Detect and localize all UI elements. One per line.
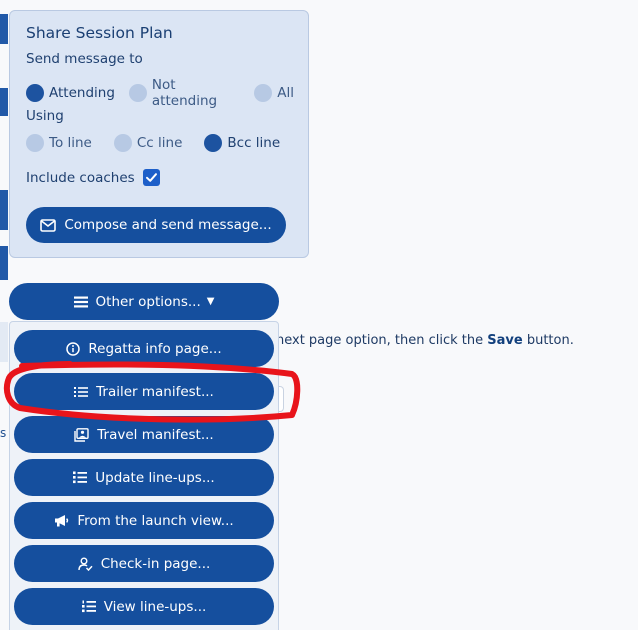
other-options-menu: Regatta info page... Trailer manifest...…: [9, 321, 279, 630]
panel-title: Share Session Plan: [26, 24, 173, 42]
radio-dot: [113, 134, 132, 152]
include-coaches-checkbox[interactable]: [142, 169, 160, 186]
background-fragment: s: [0, 426, 7, 440]
bars-icon: [73, 296, 88, 307]
radio-dot: [128, 84, 147, 102]
other-options-button[interactable]: Other options... ▼: [9, 283, 279, 320]
info-icon: [66, 341, 81, 356]
menu-item-view-lineups[interactable]: View line-ups...: [14, 588, 274, 625]
user-check-icon: [78, 557, 93, 571]
radio-dot: [26, 134, 44, 152]
radio-dot: [204, 134, 223, 152]
include-coaches-row: Include coaches: [26, 169, 160, 186]
menu-item-update-lineups[interactable]: Update line-ups...: [14, 459, 274, 496]
send-message-label: Send message to: [26, 51, 143, 67]
menu-item-travel-manifest[interactable]: Travel manifest...: [14, 416, 274, 453]
radio-all[interactable]: All: [254, 84, 294, 102]
radio-cc-line[interactable]: Cc line: [113, 134, 182, 152]
background-block: [0, 190, 8, 230]
radio-dot: [254, 84, 273, 102]
list-check-icon: [73, 471, 88, 484]
background-block: [0, 322, 8, 362]
menu-item-check-in[interactable]: Check-in page...: [14, 545, 274, 582]
background-left-strip: [0, 0, 9, 630]
images-icon: [74, 427, 89, 442]
radio-attending[interactable]: Attending: [26, 84, 115, 102]
megaphone-icon: [55, 515, 69, 527]
background-instruction: next page option, then click the Save bu…: [276, 333, 574, 348]
radio-dot: [26, 84, 44, 102]
check-icon: [145, 173, 157, 182]
background-block: [0, 14, 8, 44]
using-radio-group: To line Cc line Bcc line: [26, 134, 294, 152]
list-ol-icon: [81, 600, 96, 613]
menu-item-regatta-info[interactable]: Regatta info page...: [14, 330, 274, 367]
background-block: [0, 246, 8, 280]
using-label: Using: [26, 108, 64, 124]
menu-item-launch-view[interactable]: From the launch view...: [14, 502, 274, 539]
share-session-plan-panel: Share Session Plan Send message to Atten…: [9, 10, 309, 258]
radio-not-attending[interactable]: Not attending: [128, 77, 240, 109]
radio-to-line[interactable]: To line: [26, 134, 92, 152]
caret-down-icon: ▼: [206, 296, 215, 307]
radio-bcc-line[interactable]: Bcc line: [204, 134, 280, 152]
send-to-radio-group: Attending Not attending All: [26, 77, 308, 109]
background-block: [0, 88, 8, 116]
menu-item-trailer-manifest[interactable]: Trailer manifest...: [14, 373, 274, 410]
include-coaches-label: Include coaches: [26, 169, 135, 186]
list-icon: [74, 386, 89, 397]
envelope-icon: [40, 218, 57, 232]
compose-send-button[interactable]: Compose and send message...: [26, 207, 286, 243]
